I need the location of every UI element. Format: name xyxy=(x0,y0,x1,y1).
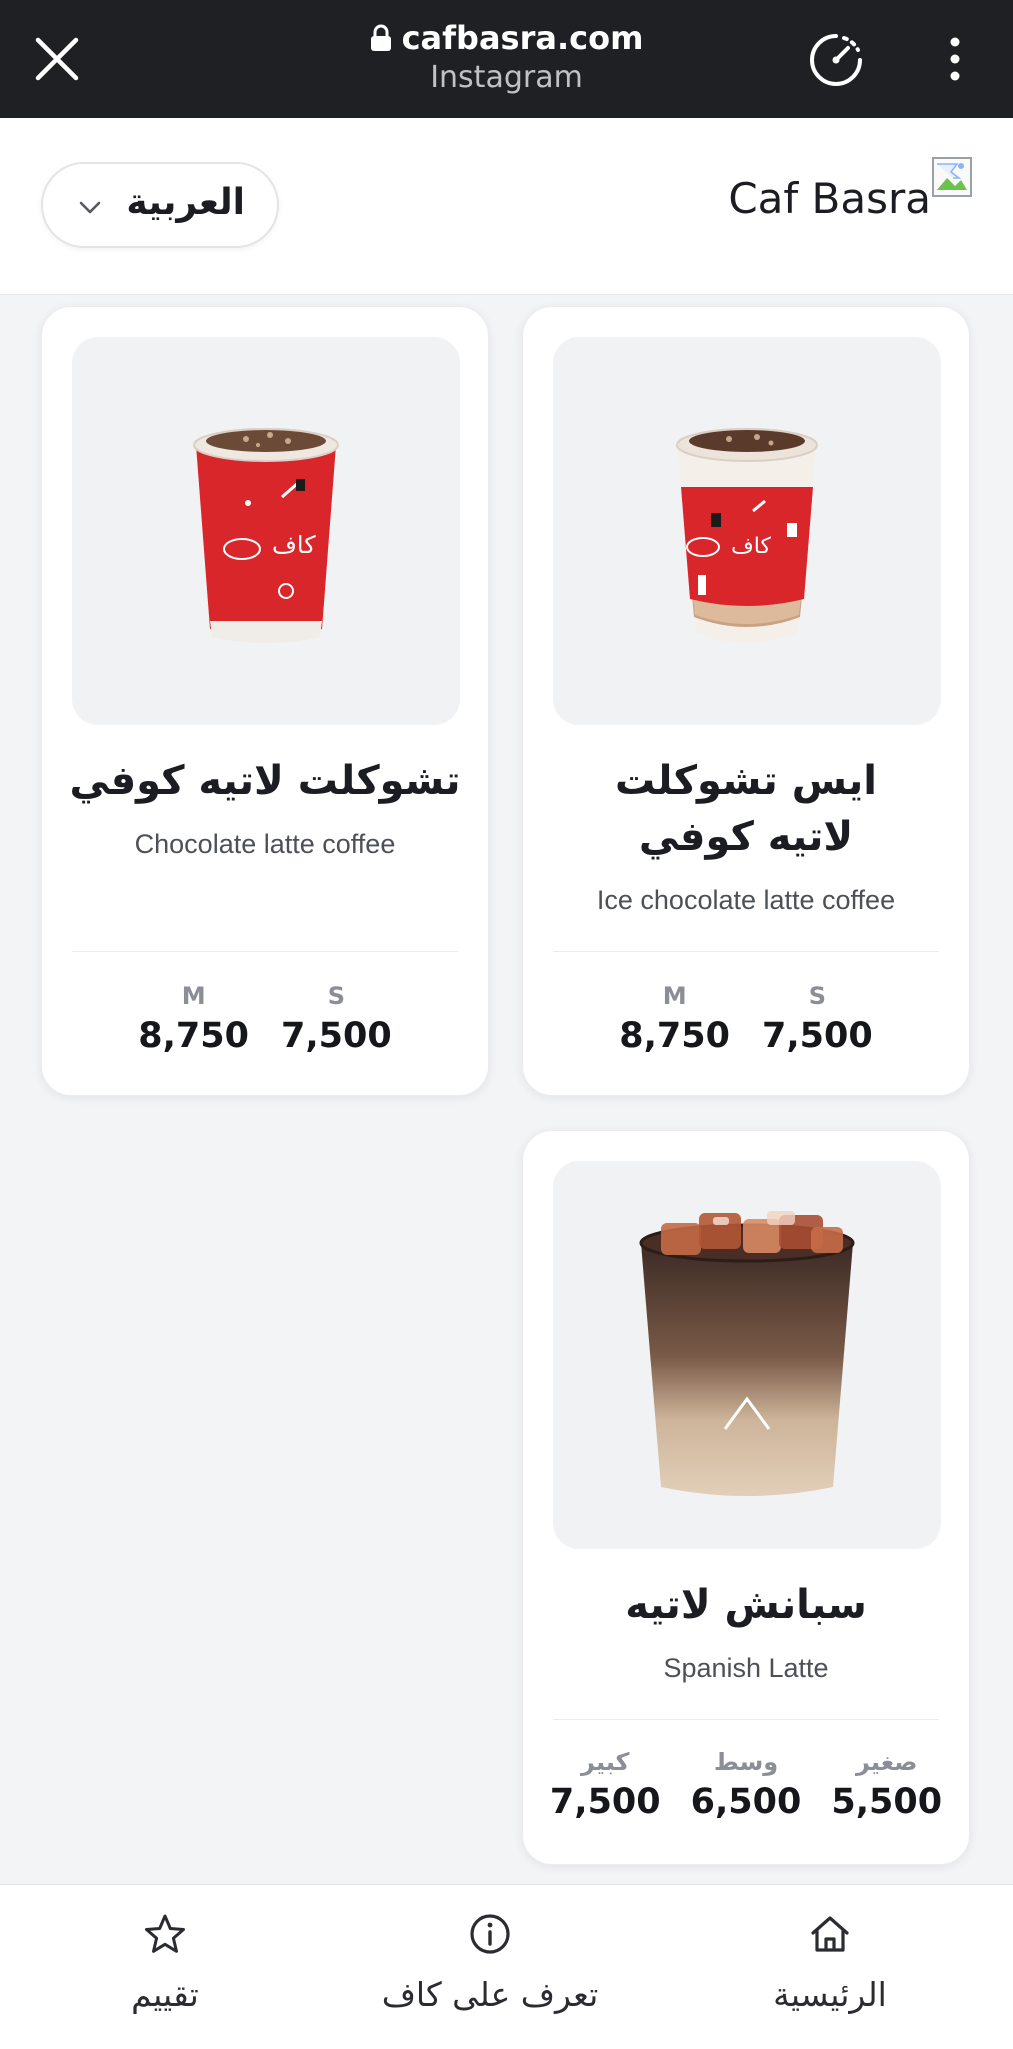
price-value: 6,500 xyxy=(690,1782,802,1822)
product-subtitle: Chocolate latte coffee xyxy=(134,829,396,859)
price-size-label: S xyxy=(327,982,345,1010)
product-image: كاف xyxy=(553,337,941,725)
nav-item-about[interactable]: تعرف على كاف xyxy=(370,1911,610,2014)
price-size-label: صغير xyxy=(855,1748,918,1776)
speedometer-icon[interactable] xyxy=(806,30,866,90)
price-item: كبير 7,500 xyxy=(550,1745,661,1825)
bottom-nav: الرئيسية تعرف على كاف تقييم xyxy=(0,1884,1013,2049)
more-vertical-icon[interactable] xyxy=(940,36,970,82)
product-card[interactable]: كاف ايس تشوكلت لاتيه كوفي Ice chocolate … xyxy=(522,306,970,1096)
chevron-down-icon xyxy=(79,201,101,214)
svg-text:كاف: كاف xyxy=(731,534,772,559)
price-item: S 7,500 xyxy=(281,979,392,1059)
spanish-latte-cup-image xyxy=(639,1211,855,1496)
info-icon xyxy=(470,1914,510,1954)
hot-chocolate-cup-image: كاف xyxy=(193,428,339,643)
url-text: cafbasra.com xyxy=(401,19,644,57)
lock-icon xyxy=(370,24,391,51)
divider xyxy=(553,1719,939,1720)
price-item: M 8,750 xyxy=(619,979,730,1059)
price-item: صغير 5,500 xyxy=(831,1745,942,1825)
price-value: 7,500 xyxy=(762,1016,873,1056)
product-subtitle: Spanish Latte xyxy=(663,1653,829,1683)
brand[interactable]: Caf Basra xyxy=(728,156,973,228)
star-icon xyxy=(145,1914,185,1953)
price-value: 7,500 xyxy=(549,1782,661,1822)
price-size-label: S xyxy=(808,982,826,1010)
price-item: S 7,500 xyxy=(762,979,873,1059)
price-value: 7,500 xyxy=(281,1016,392,1056)
price-size-label: وسط xyxy=(713,1748,779,1776)
site-header: العربية Caf Basra xyxy=(0,118,1013,295)
nav-item-home[interactable]: الرئيسية xyxy=(760,1911,900,2014)
price-value: 8,750 xyxy=(138,1016,249,1056)
nav-label: تقييم xyxy=(131,1975,199,2014)
price-value: 5,500 xyxy=(831,1782,943,1822)
price-row: S 7,500 M 8,750 xyxy=(42,979,488,1059)
price-row: صغير 5,500 وسط 6,500 كبير 7,500 xyxy=(523,1745,969,1825)
product-card[interactable]: كاف تشوكلت لاتيه كوفي Chocolate latte co… xyxy=(41,306,489,1096)
product-image: كاف xyxy=(72,337,460,725)
product-card[interactable]: سبانش لاتيه Spanish Latte صغير 5,500 وسط… xyxy=(522,1130,970,1865)
price-size-label: M xyxy=(181,982,206,1010)
language-select[interactable]: العربية xyxy=(41,162,279,248)
product-title: سبانش لاتيه xyxy=(625,1582,867,1628)
browser-toolbar: cafbasra.com Instagram xyxy=(0,0,1013,118)
home-icon xyxy=(811,1916,849,1952)
nav-label: الرئيسية xyxy=(773,1975,887,2014)
price-value: 8,750 xyxy=(619,1016,730,1056)
product-title: ايس تشوكلت لاتيه كوفي xyxy=(615,758,877,860)
divider xyxy=(553,951,939,952)
iced-chocolate-cup-image: كاف xyxy=(676,428,818,643)
brand-name: Caf Basra xyxy=(728,174,931,223)
nav-item-rating[interactable]: تقييم xyxy=(100,1911,230,2014)
price-size-label: M xyxy=(662,982,687,1010)
price-size-label: كبير xyxy=(581,1748,630,1776)
nav-label: تعرف على كاف xyxy=(381,1975,599,2014)
price-row: S 7,500 M 8,750 xyxy=(523,979,969,1059)
product-title: تشوكلت لاتيه كوفي xyxy=(69,758,461,804)
product-subtitle: Ice chocolate latte coffee xyxy=(596,885,896,915)
product-image xyxy=(553,1161,941,1549)
svg-text:كاف: كاف xyxy=(272,531,316,559)
broken-image-icon xyxy=(932,157,972,197)
price-item: وسط 6,500 xyxy=(691,1745,802,1825)
price-item: M 8,750 xyxy=(138,979,249,1059)
divider xyxy=(72,951,458,952)
language-label: العربية xyxy=(126,182,245,223)
